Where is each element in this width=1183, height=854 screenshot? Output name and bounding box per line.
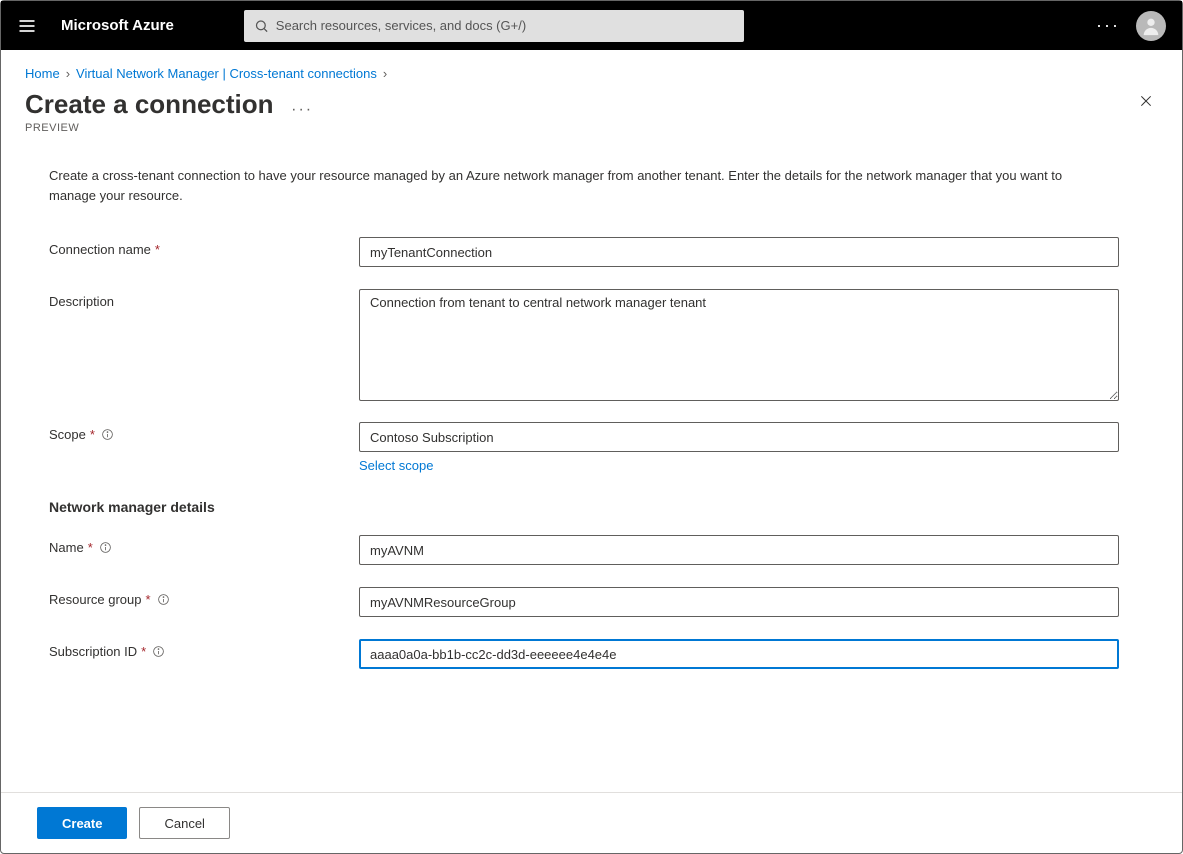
search-input[interactable] [244,10,744,42]
chevron-right-icon: › [383,66,387,81]
required-marker: * [155,242,160,257]
form-body: Create a cross-tenant connection to have… [1,134,1182,792]
info-icon[interactable] [99,541,112,554]
create-button[interactable]: Create [37,807,127,839]
title-more-icon[interactable]: ··· [291,101,313,119]
row-subscription-id: Subscription ID * [49,639,1134,669]
breadcrumb-cross-tenant[interactable]: Virtual Network Manager | Cross-tenant c… [76,66,377,81]
label-subscription-id: Subscription ID [49,644,137,659]
required-marker: * [146,592,151,607]
row-nm-name: Name * [49,535,1134,565]
breadcrumb-home[interactable]: Home [25,66,60,81]
label-connection-name: Connection name [49,242,151,257]
title-row: Create a connection ··· PREVIEW [1,89,1182,134]
scope-input[interactable] [359,422,1119,452]
label-nm-name: Name [49,540,84,555]
row-connection-name: Connection name * [49,237,1134,267]
required-marker: * [90,427,95,442]
nm-name-input[interactable] [359,535,1119,565]
resource-group-input[interactable] [359,587,1119,617]
label-description: Description [49,294,114,309]
info-icon[interactable] [101,428,114,441]
description-input[interactable] [359,289,1119,401]
breadcrumb: Home › Virtual Network Manager | Cross-t… [1,50,1182,89]
search-icon [254,18,269,33]
row-scope: Scope * Select scope [49,422,1134,473]
subscription-id-input[interactable] [359,639,1119,669]
row-description: Description [49,289,1134,404]
label-scope: Scope [49,427,86,442]
search-wrap [244,10,744,42]
topbar-more-icon[interactable]: ··· [1096,15,1120,36]
required-marker: * [88,540,93,555]
intro-text: Create a cross-tenant connection to have… [49,166,1109,205]
section-heading-network-manager: Network manager details [49,499,1134,515]
select-scope-link[interactable]: Select scope [359,458,433,473]
brand-label: Microsoft Azure [61,17,174,34]
info-icon[interactable] [157,593,170,606]
required-marker: * [141,644,146,659]
cancel-button[interactable]: Cancel [139,807,229,839]
close-button[interactable] [1134,89,1158,116]
avatar[interactable] [1136,11,1166,41]
title-subheading: PREVIEW [25,122,1134,134]
info-icon[interactable] [152,645,165,658]
chevron-right-icon: › [66,66,70,81]
menu-icon[interactable] [17,16,37,36]
page-title: Create a connection [25,89,274,120]
label-resource-group: Resource group [49,592,142,607]
topbar: Microsoft Azure ··· [1,1,1182,50]
connection-name-input[interactable] [359,237,1119,267]
footer: Create Cancel [1,792,1182,853]
row-resource-group: Resource group * [49,587,1134,617]
